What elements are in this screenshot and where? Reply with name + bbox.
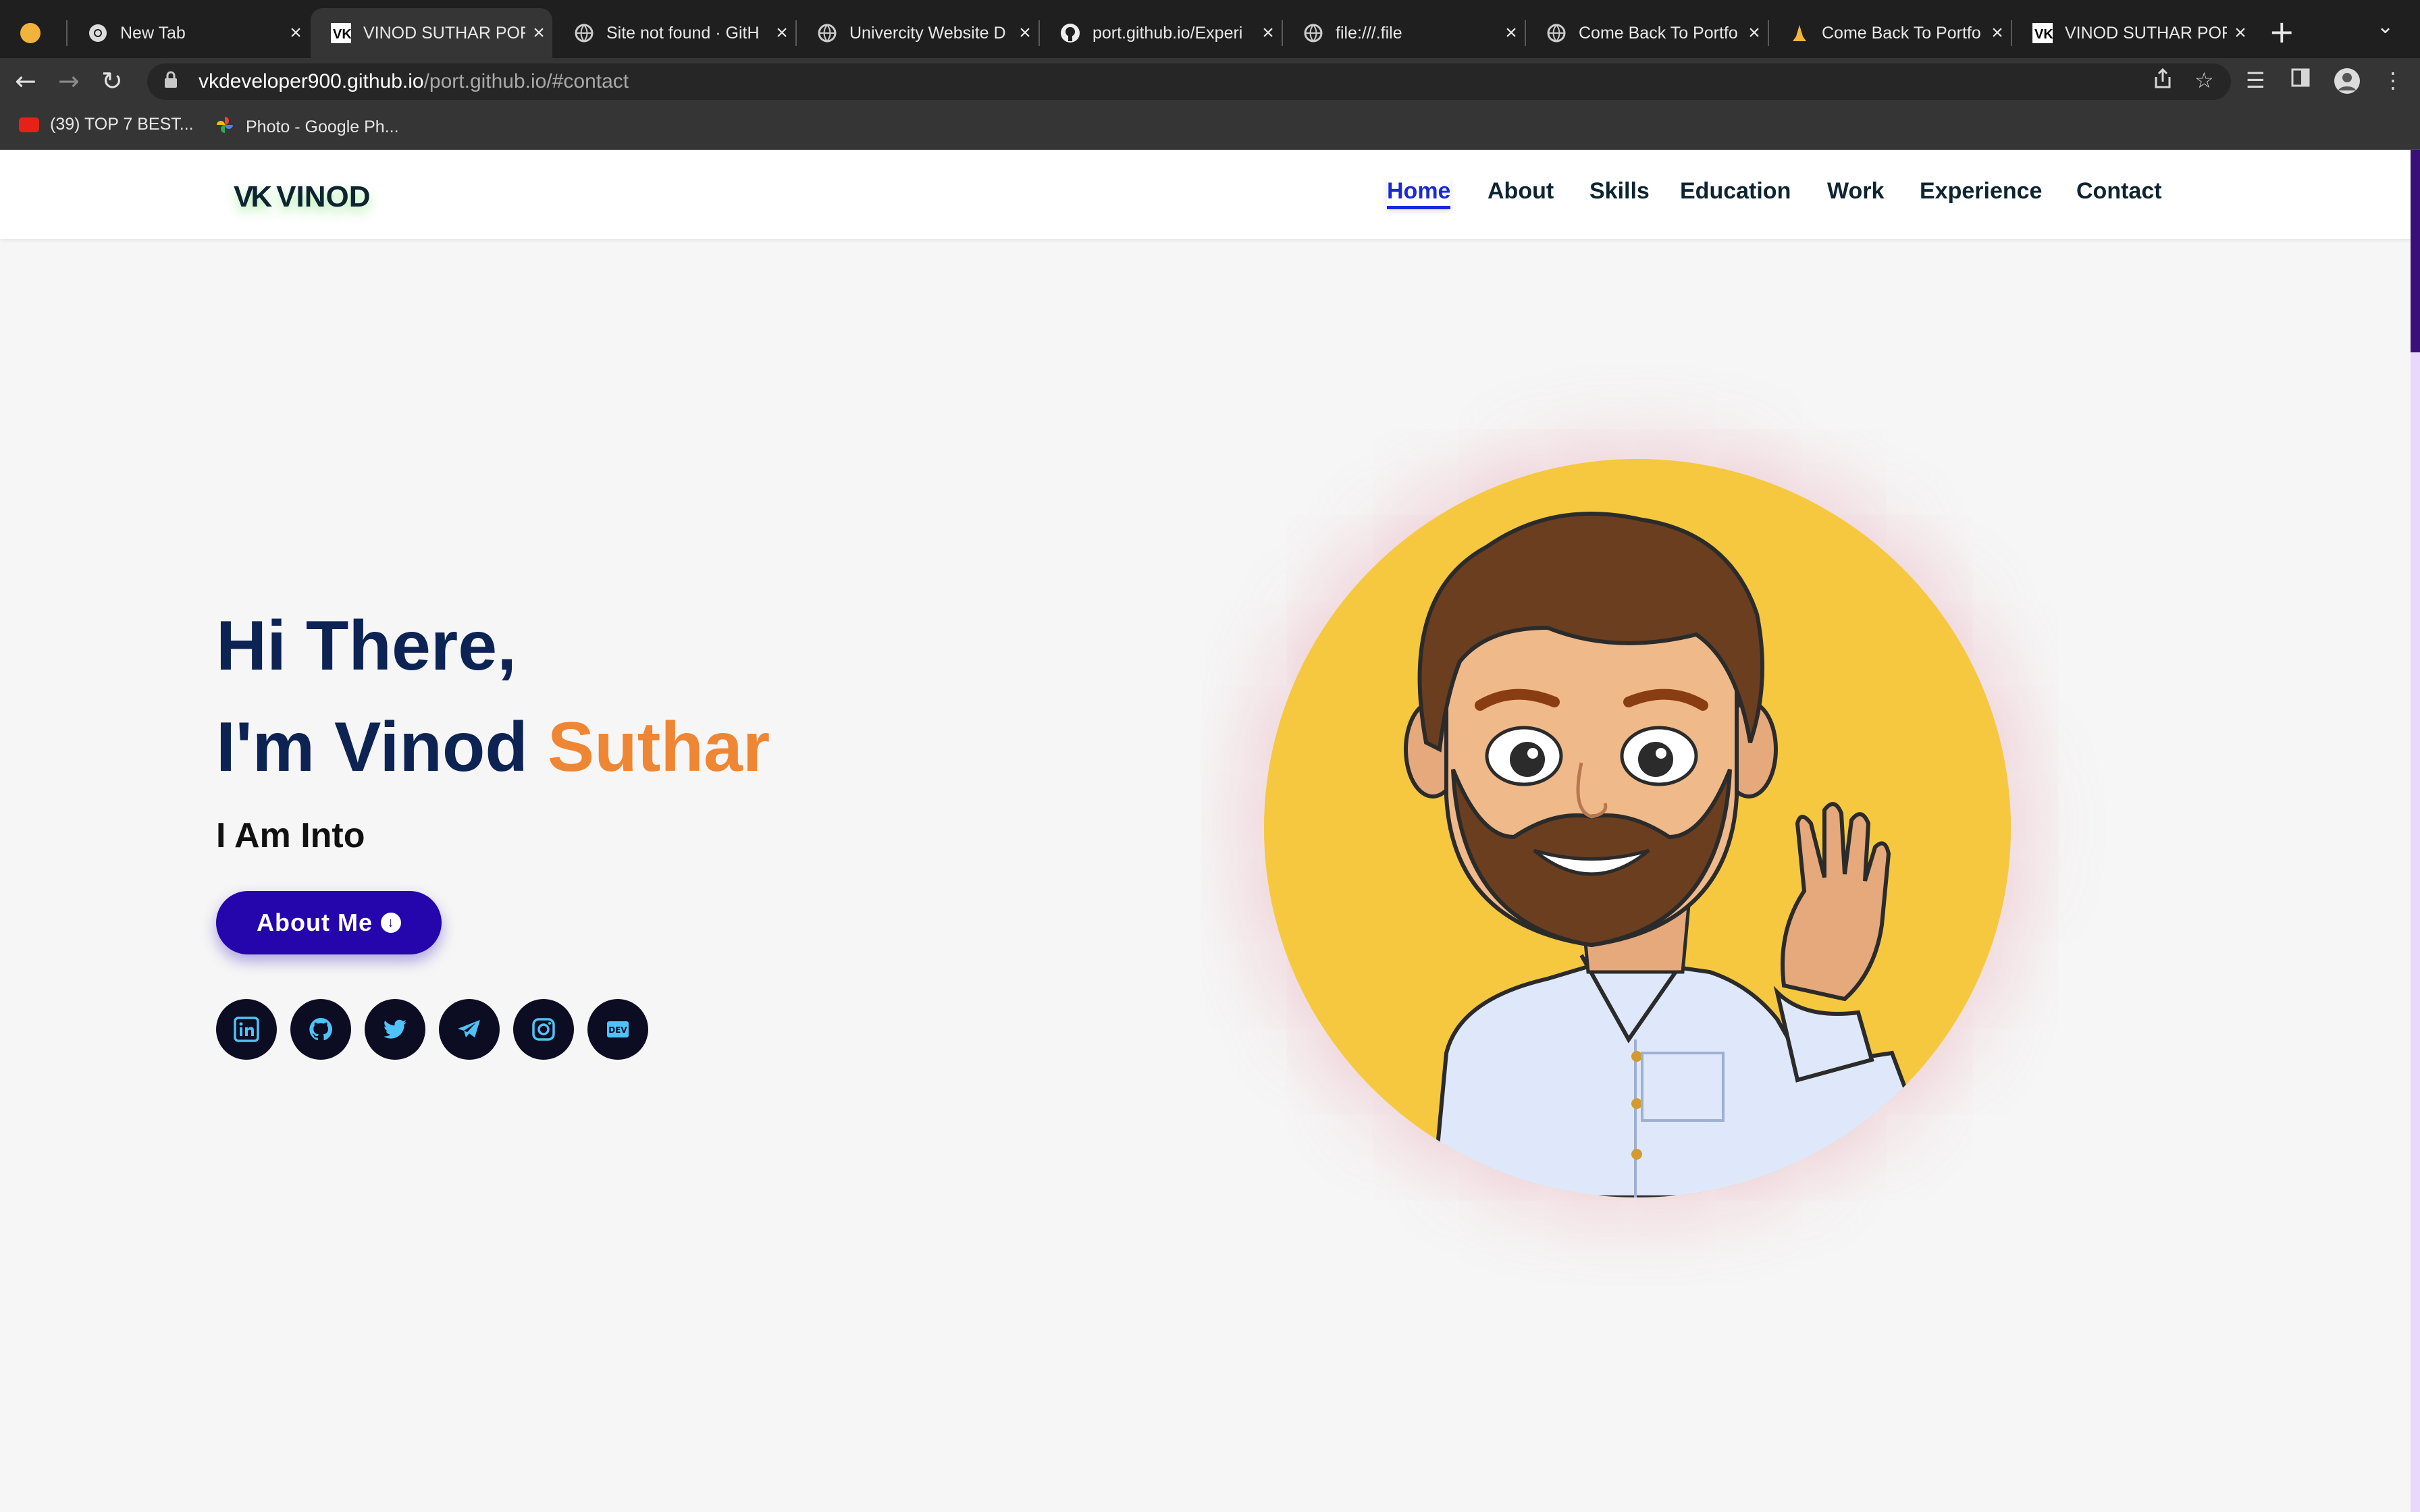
tab-profile[interactable] (0, 8, 68, 58)
lock-icon (163, 71, 188, 93)
about-me-label: About Me (257, 909, 373, 936)
hero-subtitle: I Am Into (216, 816, 365, 855)
tab-title: VINOD SUTHAR POR (363, 23, 525, 43)
dev-label: DEV (608, 1025, 627, 1035)
youtube-icon (19, 117, 39, 132)
hero-name: I'm Vinod (216, 708, 548, 786)
tab-title: New Tab (120, 23, 186, 43)
profile-avatar-icon[interactable] (2334, 68, 2361, 100)
close-icon[interactable]: × (1011, 22, 1038, 45)
tab-title: file:///.file (1336, 23, 1402, 43)
tab-title: Site not found · GitH (606, 23, 760, 43)
tab-university-website[interactable]: Univercity Website D × (797, 8, 1038, 58)
close-icon[interactable]: × (1255, 22, 1282, 45)
tab-title: port.github.io/Experi (1093, 23, 1243, 43)
hero-name-accent: Suthar (547, 708, 770, 786)
close-icon[interactable]: × (1984, 22, 2011, 45)
cartoon-avatar-image (1264, 459, 2011, 1197)
tab-vinod-portfolio-active[interactable]: VK VINOD SUTHAR POR × (311, 8, 552, 58)
tab-new-tab[interactable]: New Tab × (68, 8, 309, 58)
url-host: vkdeveloper900.github.io (199, 70, 424, 92)
tab-title: Univercity Website D (849, 23, 1006, 43)
vk-logo-icon: VK (2032, 23, 2053, 43)
close-icon[interactable]: × (1498, 22, 1525, 45)
twitter-link[interactable] (365, 999, 425, 1060)
linkedin-icon (234, 1017, 259, 1042)
close-icon[interactable]: × (282, 22, 309, 45)
instagram-icon (532, 1018, 555, 1041)
chrome-icon (88, 23, 108, 43)
globe-icon (1546, 23, 1567, 43)
close-icon[interactable]: × (1741, 22, 1768, 45)
logo-text: VINOD (276, 180, 371, 213)
nav-experience[interactable]: Experience (1920, 178, 2042, 205)
address-bar[interactable]: vkdeveloper900.github.io/port.github.io/… (147, 63, 2231, 100)
bookmark-label: Photo - Google Ph... (246, 117, 399, 136)
nav-work[interactable]: Work (1827, 178, 1884, 205)
page-scrollbar-track[interactable] (2411, 150, 2420, 1512)
logo-mark: VK (234, 180, 272, 213)
close-icon[interactable]: × (768, 22, 795, 45)
arrow-circle-down-icon: ↓ (380, 913, 401, 933)
social-links: DEV (216, 999, 648, 1060)
side-panel-icon[interactable] (2290, 68, 2311, 93)
reading-list-icon[interactable]: ☰ (2246, 68, 2265, 93)
tab-title: VINOD SUTHAR POR (2065, 23, 2227, 43)
tab-github-experience[interactable]: port.github.io/Experi × (1040, 8, 1282, 58)
tab-file[interactable]: file:///.file × (1283, 8, 1525, 58)
forward-arrow-icon[interactable]: → (58, 66, 80, 96)
nav-home[interactable]: Home (1387, 178, 1451, 209)
github-icon (1060, 23, 1080, 43)
svg-text:VK: VK (2034, 27, 2053, 42)
praying-hands-icon (1789, 23, 1810, 43)
close-icon[interactable]: × (525, 22, 552, 45)
linkedin-link[interactable] (216, 999, 277, 1060)
hero-greeting: Hi There, (216, 607, 517, 685)
more-menu-icon[interactable]: ⋮ (2382, 68, 2404, 93)
tab-come-back-1[interactable]: Come Back To Portfo × (1526, 8, 1768, 58)
twitter-icon (384, 1019, 406, 1039)
nav-contact[interactable]: Contact (2076, 178, 2162, 205)
bookmark-google-photos[interactable]: Photo - Google Ph... (215, 115, 399, 140)
dev-icon: DEV (607, 1021, 629, 1037)
tab-site-not-found[interactable]: Site not found · GitH × (554, 8, 795, 58)
tab-vinod-portfolio-2[interactable]: VK VINOD SUTHAR POR × (2012, 8, 2254, 58)
github-link[interactable] (290, 999, 351, 1060)
globe-icon (1303, 23, 1323, 43)
url-path: /port.github.io/#contact (423, 70, 629, 92)
nav-skills[interactable]: Skills (1589, 178, 1650, 205)
instagram-link[interactable] (513, 999, 574, 1060)
profile-avatar-icon (20, 23, 41, 43)
bookmark-star-icon[interactable]: ☆ (2194, 68, 2214, 93)
globe-icon (817, 23, 837, 43)
bookmark-label: (39) TOP 7 BEST... (50, 115, 194, 134)
telegram-icon (458, 1020, 480, 1037)
page-scrollbar-thumb[interactable] (2411, 150, 2420, 352)
new-tab-plus-icon[interactable]: + (2269, 14, 2295, 50)
profile-avatar-illustration (1264, 459, 2011, 1197)
hero-intro: I'm Vinod Suthar (216, 707, 770, 788)
tab-search-chevron-icon[interactable]: ⌄ (2377, 15, 2394, 38)
reload-icon[interactable]: ↻ (101, 66, 123, 96)
github-icon (309, 1018, 332, 1041)
back-arrow-icon[interactable]: ← (15, 66, 36, 96)
vk-logo-icon: VK (331, 23, 351, 43)
globe-icon (574, 23, 594, 43)
google-photos-icon (215, 115, 235, 140)
tab-come-back-2[interactable]: Come Back To Portfo × (1769, 8, 2011, 58)
telegram-link[interactable] (439, 999, 500, 1060)
nav-education[interactable]: Education (1680, 178, 1791, 205)
svg-text:VK: VK (333, 27, 351, 42)
bookmark-top-7-best[interactable]: (39) TOP 7 BEST... (19, 115, 194, 134)
tab-title: Come Back To Portfo (1579, 23, 1738, 43)
dev-link[interactable]: DEV (587, 999, 648, 1060)
share-icon[interactable] (2153, 68, 2173, 94)
about-me-button[interactable]: About Me ↓ (216, 891, 442, 954)
nav-about[interactable]: About (1488, 178, 1554, 205)
tab-title: Come Back To Portfo (1822, 23, 1981, 43)
close-icon[interactable]: × (2227, 22, 2254, 45)
site-logo[interactable]: VK VINOD (234, 177, 370, 217)
